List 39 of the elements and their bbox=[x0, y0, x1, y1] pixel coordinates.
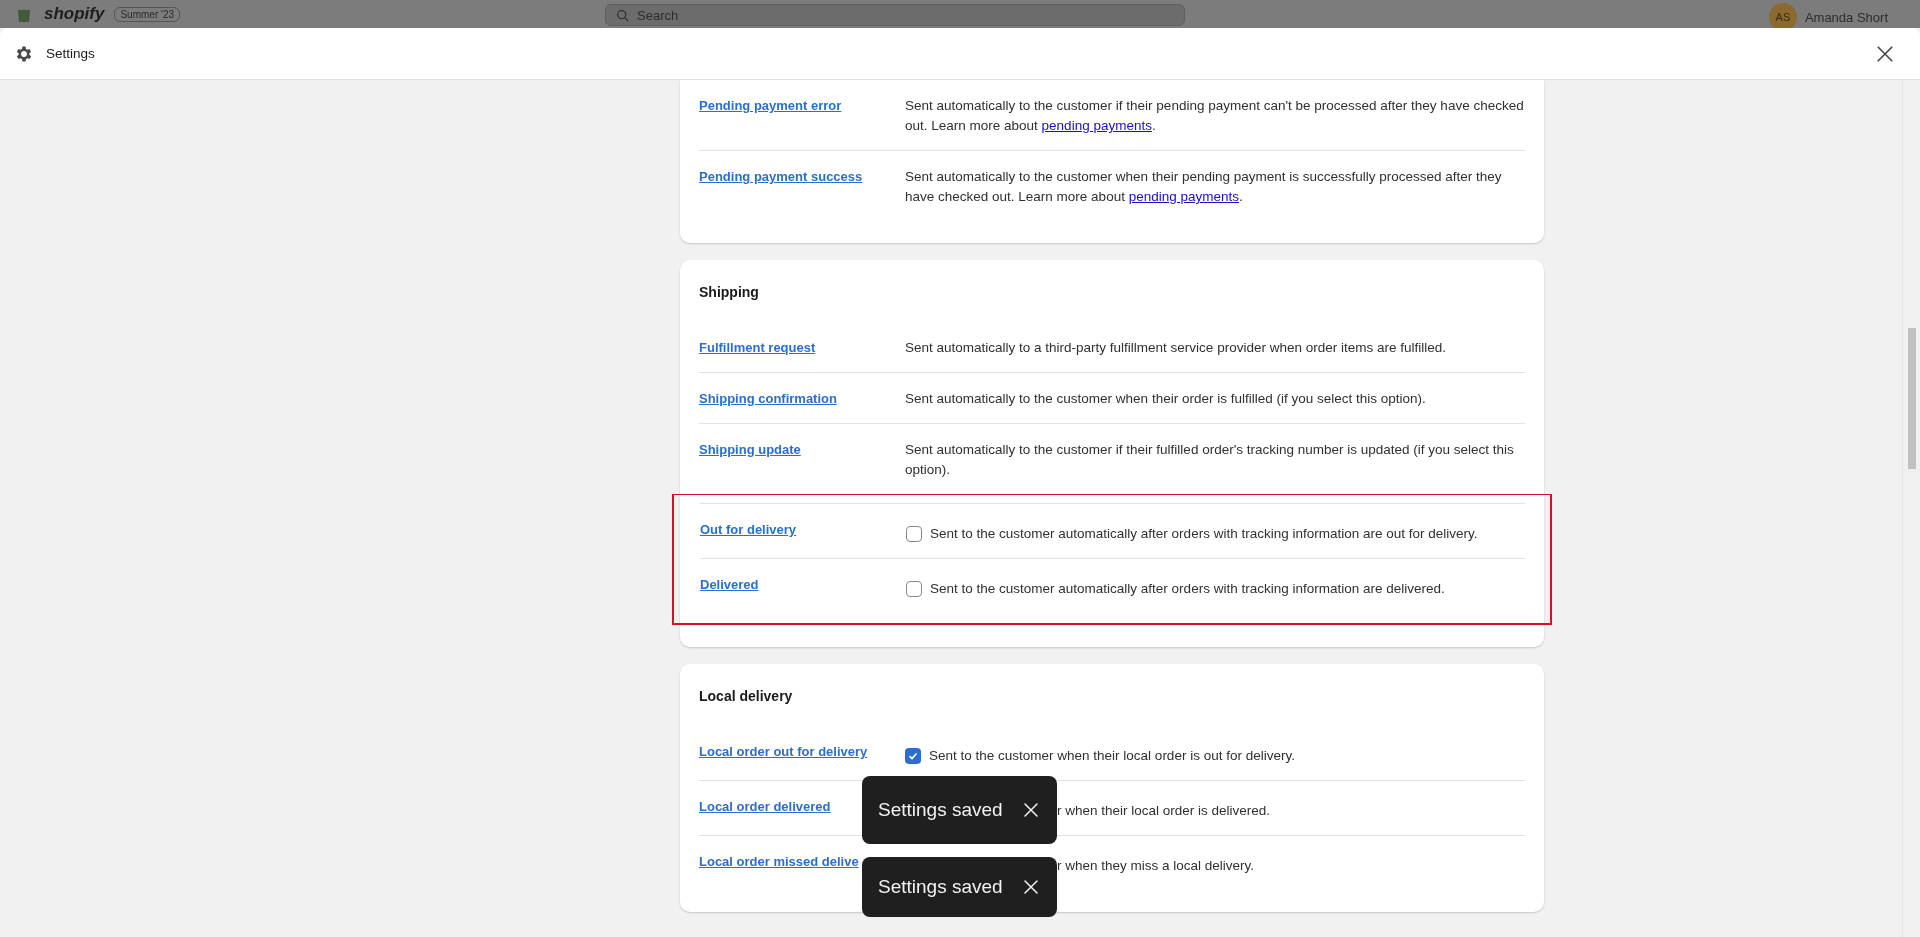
pending-payments-link[interactable]: pending payments bbox=[1128, 189, 1239, 204]
email-template-link[interactable]: Pending payment error bbox=[699, 98, 842, 113]
email-template-link[interactable]: Pending payment success bbox=[699, 169, 863, 184]
description-text: Sent automatically to a third-party fulfillment service provider when order items are fulfilled. bbox=[905, 339, 1446, 357]
section-title: Shipping bbox=[699, 283, 760, 302]
description-text: r when their local order is delivered. bbox=[1057, 802, 1271, 820]
toast-message: Settings saved bbox=[878, 876, 1003, 898]
description-text: Sent automatically to the customer if their fulfilled order's tracking number is updated (if you select this option). bbox=[905, 441, 1515, 479]
user-name: Amanda Short bbox=[1804, 9, 1888, 25]
description-text: r when they miss a local delivery. bbox=[1057, 857, 1255, 875]
description-text: Sent to the customer automatically after orders with tracking information are delivered. bbox=[930, 580, 1445, 598]
email-template-link[interactable]: Local order out for delivery bbox=[699, 744, 868, 759]
email-template-link[interactable]: Local order delivered bbox=[699, 799, 831, 814]
checkbox[interactable] bbox=[906, 581, 922, 597]
email-template-link[interactable]: Out for delivery bbox=[700, 522, 797, 537]
description-text: Sent automatically to the customer if their pending payment can't be processed after they have checked out. Learn more about pending payments. bbox=[905, 97, 1525, 135]
logo-text: shopify bbox=[44, 4, 105, 24]
email-template-link[interactable]: Fulfillment request bbox=[699, 340, 816, 355]
search-icon bbox=[616, 8, 629, 22]
description-text: Sent automatically to the customer when their pending payment is successfully processed after they have checked out. Learn more about pending payments. bbox=[905, 168, 1503, 206]
section-title: Local delivery bbox=[699, 687, 794, 706]
description-text: Sent to the customer when their local order is out for delivery. bbox=[929, 747, 1295, 765]
description-text: Sent automatically to the customer when their order is fulfilled (if you select this option). bbox=[905, 390, 1426, 408]
checkbox[interactable] bbox=[905, 748, 921, 764]
pending-payments-link[interactable]: pending payments bbox=[1041, 118, 1152, 133]
close-button[interactable] bbox=[1022, 879, 1039, 895]
edition-badge: Summer '23 bbox=[114, 6, 181, 22]
check-icon bbox=[908, 751, 918, 761]
email-template-link[interactable]: Shipping update bbox=[699, 442, 801, 457]
description-text: Sent to the customer automatically after orders with tracking information are out for delivery. bbox=[930, 525, 1478, 543]
checkbox[interactable] bbox=[906, 526, 922, 542]
email-template-link[interactable]: Local order missed delive bbox=[699, 854, 859, 869]
toast-message: Settings saved bbox=[878, 799, 1003, 821]
search-field[interactable]: Search bbox=[605, 4, 1185, 26]
close-button[interactable] bbox=[1022, 802, 1039, 818]
email-template-link[interactable]: Shipping confirmation bbox=[699, 391, 837, 406]
user-avatar[interactable]: AS bbox=[1768, 3, 1797, 31]
email-template-link[interactable]: Delivered bbox=[700, 577, 759, 592]
modal-title: Settings bbox=[46, 46, 95, 61]
